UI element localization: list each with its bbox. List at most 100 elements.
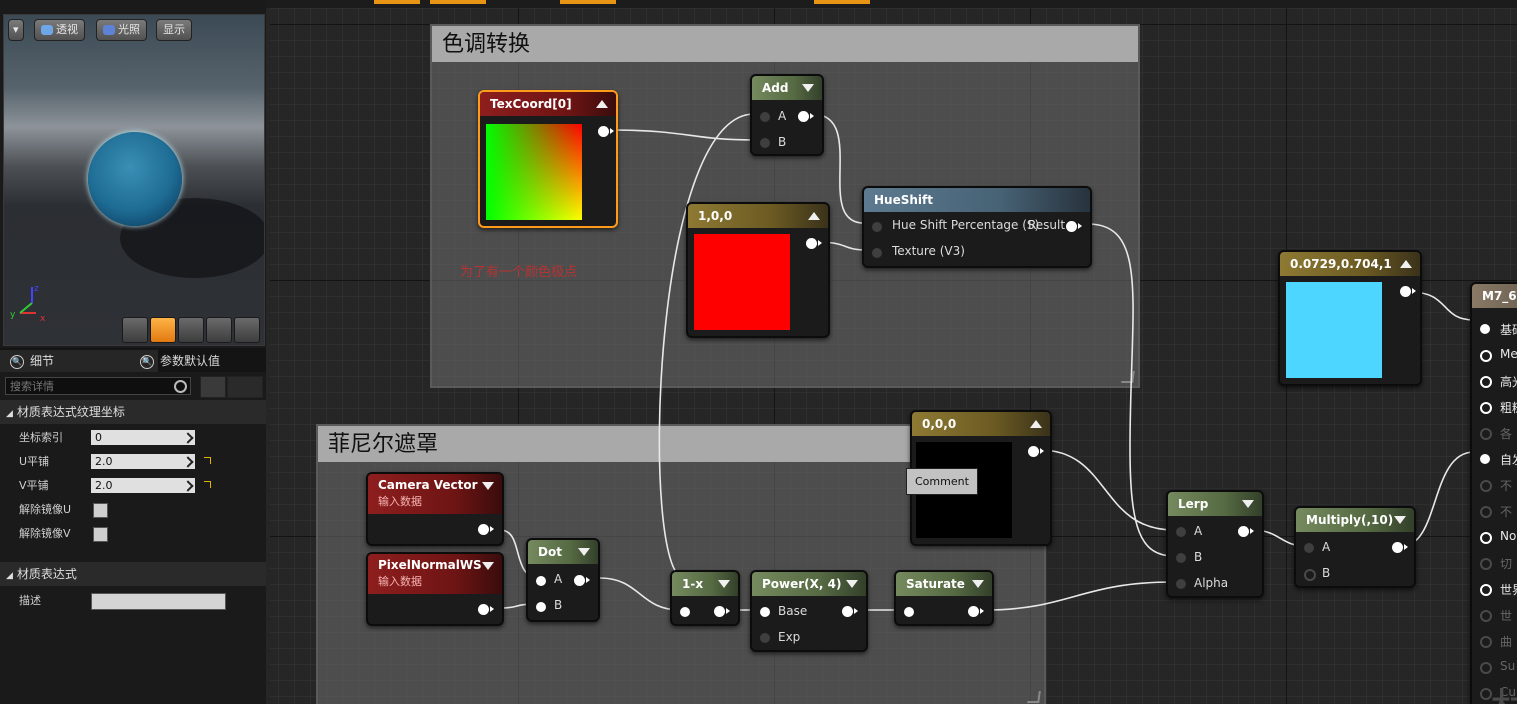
input-pin[interactable] bbox=[1480, 662, 1492, 674]
node-header[interactable]: Camera Vector 输入数据 bbox=[368, 474, 502, 514]
input-pin[interactable] bbox=[1176, 579, 1186, 589]
node-texcoord[interactable]: TexCoord[0] bbox=[478, 90, 618, 228]
input-pin[interactable] bbox=[904, 607, 914, 617]
input-pin[interactable] bbox=[1480, 376, 1492, 388]
node-header[interactable]: Multiply(,10) bbox=[1296, 508, 1414, 532]
preview-mesh-button[interactable] bbox=[234, 317, 260, 343]
output-pin[interactable] bbox=[1400, 286, 1416, 297]
viewport-menu-button[interactable]: ▾ bbox=[8, 19, 24, 41]
reset-icon[interactable] bbox=[204, 481, 211, 488]
output-pin[interactable] bbox=[1066, 221, 1082, 232]
preview-sphere-button[interactable] bbox=[150, 317, 176, 343]
input-pin[interactable] bbox=[536, 576, 546, 586]
output-pin[interactable] bbox=[714, 606, 730, 617]
node-header[interactable]: PixelNormalWS 输入数据 bbox=[368, 554, 502, 594]
output-pin[interactable] bbox=[1028, 446, 1044, 457]
input-pin[interactable] bbox=[1480, 324, 1490, 334]
grid-view-button[interactable] bbox=[200, 376, 226, 398]
description-field[interactable] bbox=[91, 593, 226, 610]
input-pin[interactable] bbox=[1480, 454, 1490, 464]
output-pin[interactable] bbox=[598, 126, 614, 137]
input-pin[interactable] bbox=[760, 112, 770, 122]
node-power[interactable]: Power(X, 4) Base Exp bbox=[750, 570, 868, 652]
resize-grip-icon[interactable] bbox=[1027, 691, 1041, 703]
preview-cylinder-button[interactable] bbox=[122, 317, 148, 343]
visibility-eye-icon[interactable] bbox=[227, 376, 263, 398]
section-texcoord[interactable]: ◢ 材质表达式纹理坐标 bbox=[0, 400, 266, 424]
node-header[interactable]: HueShift bbox=[864, 188, 1090, 212]
node-header[interactable]: 0,0,0 bbox=[912, 412, 1050, 436]
preview-cube-button[interactable] bbox=[206, 317, 232, 343]
node-dot[interactable]: Dot A B bbox=[526, 538, 600, 622]
node-header[interactable]: 1,0,0 bbox=[688, 204, 828, 228]
input-pin[interactable] bbox=[1480, 428, 1492, 440]
output-pin[interactable] bbox=[1238, 526, 1254, 537]
lit-button[interactable]: 光照 bbox=[96, 19, 147, 41]
output-pin[interactable] bbox=[842, 606, 858, 617]
node-saturate[interactable]: Saturate bbox=[894, 570, 994, 626]
input-pin[interactable] bbox=[536, 602, 546, 612]
coordinate-index-field[interactable]: 0 bbox=[91, 430, 195, 445]
node-lerp[interactable]: Lerp A B Alpha bbox=[1166, 490, 1264, 598]
input-pin[interactable] bbox=[872, 222, 882, 232]
node-header[interactable]: 1-x bbox=[672, 572, 738, 596]
comment-title[interactable]: 色调转换 bbox=[432, 26, 1138, 62]
collapse-arrow-icon[interactable] bbox=[1394, 516, 1406, 524]
node-add[interactable]: Add A B bbox=[750, 74, 824, 156]
preview-plane-button[interactable] bbox=[178, 317, 204, 343]
output-pin[interactable] bbox=[478, 524, 494, 535]
input-pin[interactable] bbox=[1480, 506, 1492, 518]
node-constant-red[interactable]: 1,0,0 bbox=[686, 202, 830, 338]
material-preview-viewport[interactable]: ▾ 透视 光照 显示 x y z bbox=[3, 14, 265, 346]
input-pin[interactable] bbox=[1480, 350, 1492, 362]
input-pin[interactable] bbox=[1480, 636, 1492, 648]
node-header[interactable]: Saturate bbox=[896, 572, 992, 596]
node-one-minus[interactable]: 1-x bbox=[670, 570, 740, 626]
node-hueshift[interactable]: HueShift Hue Shift Percentage (S) Result… bbox=[862, 186, 1092, 268]
show-button[interactable]: 显示 bbox=[156, 19, 192, 41]
toolbar-tab-marker[interactable] bbox=[560, 0, 616, 4]
node-multiply[interactable]: Multiply(,10) A B bbox=[1294, 506, 1416, 588]
perspective-button[interactable]: 透视 bbox=[34, 19, 85, 41]
output-pin[interactable] bbox=[968, 606, 984, 617]
node-header[interactable]: 0.0729,0.704,1 bbox=[1280, 252, 1420, 276]
output-pin[interactable] bbox=[798, 111, 814, 122]
node-header[interactable]: TexCoord[0] bbox=[480, 92, 616, 116]
collapse-arrow-icon[interactable] bbox=[1400, 260, 1412, 268]
node-material-result[interactable]: M7_6 基础Me高光粗糙各自发不不No切世界世曲SuCu 材 bbox=[1470, 282, 1517, 704]
collapse-arrow-icon[interactable] bbox=[1030, 420, 1042, 428]
toolbar-tab-marker[interactable] bbox=[814, 0, 870, 4]
u-tiling-field[interactable]: 2.0 bbox=[91, 454, 195, 469]
collapse-arrow-icon[interactable] bbox=[1242, 500, 1254, 508]
collapse-arrow-icon[interactable] bbox=[482, 482, 494, 490]
input-pin[interactable] bbox=[680, 607, 690, 617]
input-pin[interactable] bbox=[1480, 532, 1492, 544]
input-pin[interactable] bbox=[1176, 527, 1186, 537]
toolbar-tab-marker[interactable] bbox=[430, 0, 486, 4]
output-pin[interactable] bbox=[806, 238, 822, 249]
collapse-arrow-icon[interactable] bbox=[578, 548, 590, 556]
collapse-arrow-icon[interactable] bbox=[972, 580, 984, 588]
unmirror-u-checkbox[interactable] bbox=[93, 503, 108, 518]
input-pin[interactable] bbox=[1304, 543, 1314, 553]
collapse-arrow-icon[interactable] bbox=[596, 100, 608, 108]
node-camera-vector[interactable]: Camera Vector 输入数据 bbox=[366, 472, 504, 546]
input-pin[interactable] bbox=[1480, 584, 1492, 596]
input-pin[interactable] bbox=[1176, 553, 1186, 563]
collapse-arrow-icon[interactable] bbox=[802, 84, 814, 92]
output-pin[interactable] bbox=[574, 575, 590, 586]
v-tiling-field[interactable]: 2.0 bbox=[91, 478, 195, 493]
input-pin[interactable] bbox=[760, 138, 770, 148]
node-header[interactable]: Lerp bbox=[1168, 492, 1262, 516]
output-pin[interactable] bbox=[1392, 542, 1408, 553]
input-pin[interactable] bbox=[760, 633, 770, 643]
collapse-arrow-icon[interactable] bbox=[718, 580, 730, 588]
node-pixel-normal-ws[interactable]: PixelNormalWS 输入数据 bbox=[366, 552, 504, 626]
search-details-input[interactable]: 搜索详情 bbox=[5, 377, 191, 395]
tab-parameter-defaults[interactable]: 🔍参数默认值✕ bbox=[130, 350, 290, 372]
section-expression[interactable]: ◢ 材质表达式 bbox=[0, 562, 266, 586]
output-pin[interactable] bbox=[478, 604, 494, 615]
reset-icon[interactable] bbox=[204, 457, 211, 464]
node-header[interactable]: M7_6 bbox=[1472, 284, 1517, 308]
node-header[interactable]: Power(X, 4) bbox=[752, 572, 866, 596]
